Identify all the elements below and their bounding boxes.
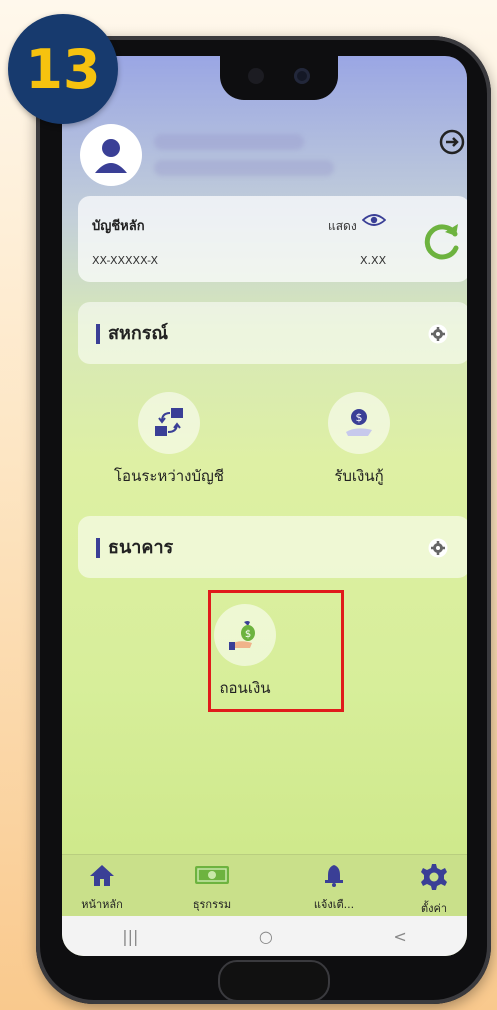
user-icon bbox=[95, 139, 127, 173]
account-card: บัญชีหลัก XX-XXXXX-X แสดง X.XX bbox=[78, 196, 467, 282]
transfer-label: โอนระหว่างบัญชี bbox=[114, 467, 224, 485]
camera-icon bbox=[294, 68, 310, 84]
home-system-button[interactable]: ○ bbox=[259, 927, 273, 946]
section-accent-bar bbox=[96, 538, 100, 558]
balance: X.XX bbox=[360, 254, 387, 267]
nav-home-label: หน้าหลัก bbox=[81, 898, 123, 911]
account-number: XX-XXXXX-X bbox=[92, 254, 159, 267]
camera-notch bbox=[220, 56, 338, 100]
account-label: บัญชีหลัก bbox=[92, 219, 145, 234]
receive-loan-label: รับเงินกู้ bbox=[334, 467, 384, 485]
back-button[interactable]: < bbox=[393, 927, 406, 946]
nav-transactions-label: ธุรกรรม bbox=[192, 898, 232, 911]
money-icon bbox=[195, 866, 229, 884]
nav-notifications-label: แจ้งเตื... bbox=[313, 898, 355, 911]
recent-apps-button[interactable]: ||| bbox=[122, 927, 138, 946]
bell-icon bbox=[325, 865, 343, 887]
refresh-icon[interactable] bbox=[422, 222, 462, 262]
nav-settings[interactable]: ตั้งค่า bbox=[394, 863, 467, 917]
gear-icon bbox=[421, 864, 447, 890]
bank-section-header: ธนาคาร bbox=[78, 516, 467, 578]
system-nav-bar: ||| ○ < bbox=[62, 916, 467, 956]
app-screen: บัญชีหลัก XX-XXXXX-X แสดง X.XX สหกรณ์ โอ… bbox=[62, 56, 467, 956]
show-balance-label[interactable]: แสดง bbox=[328, 217, 357, 236]
cooperative-section-title: สหกรณ์ bbox=[108, 323, 169, 344]
phone-home-button bbox=[218, 960, 330, 1002]
receive-loan-button[interactable]: $ รับเงินกู้ bbox=[328, 392, 390, 488]
nav-transactions[interactable]: ธุรกรรม bbox=[172, 863, 252, 913]
gear-icon[interactable] bbox=[428, 324, 448, 344]
nav-home[interactable]: หน้าหลัก bbox=[62, 863, 142, 913]
eye-icon[interactable] bbox=[362, 212, 386, 228]
bottom-nav: หน้าหลัก ธุรกรรม แจ้งเตื... ตั้งค่า bbox=[62, 854, 467, 917]
sensor-icon bbox=[248, 68, 264, 84]
transfer-between-accounts-button[interactable]: โอนระหว่างบัญชี bbox=[114, 392, 224, 488]
nav-settings-label: ตั้งค่า bbox=[420, 902, 448, 915]
blurred-user-name bbox=[154, 134, 354, 190]
home-icon bbox=[90, 865, 114, 886]
withdraw-highlight-box bbox=[208, 590, 344, 712]
transfer-icon bbox=[137, 392, 200, 454]
svg-text:$: $ bbox=[356, 411, 363, 424]
logout-icon[interactable] bbox=[438, 128, 466, 156]
bank-section-title: ธนาคาร bbox=[108, 537, 174, 558]
avatar[interactable] bbox=[80, 124, 142, 186]
nav-notifications[interactable]: แจ้งเตื... bbox=[294, 863, 374, 913]
receive-loan-icon: $ bbox=[328, 392, 390, 454]
section-accent-bar bbox=[96, 324, 100, 344]
cooperative-section-header: สหกรณ์ bbox=[78, 302, 467, 364]
step-badge: 13 bbox=[8, 14, 118, 124]
gear-icon[interactable] bbox=[428, 538, 448, 558]
